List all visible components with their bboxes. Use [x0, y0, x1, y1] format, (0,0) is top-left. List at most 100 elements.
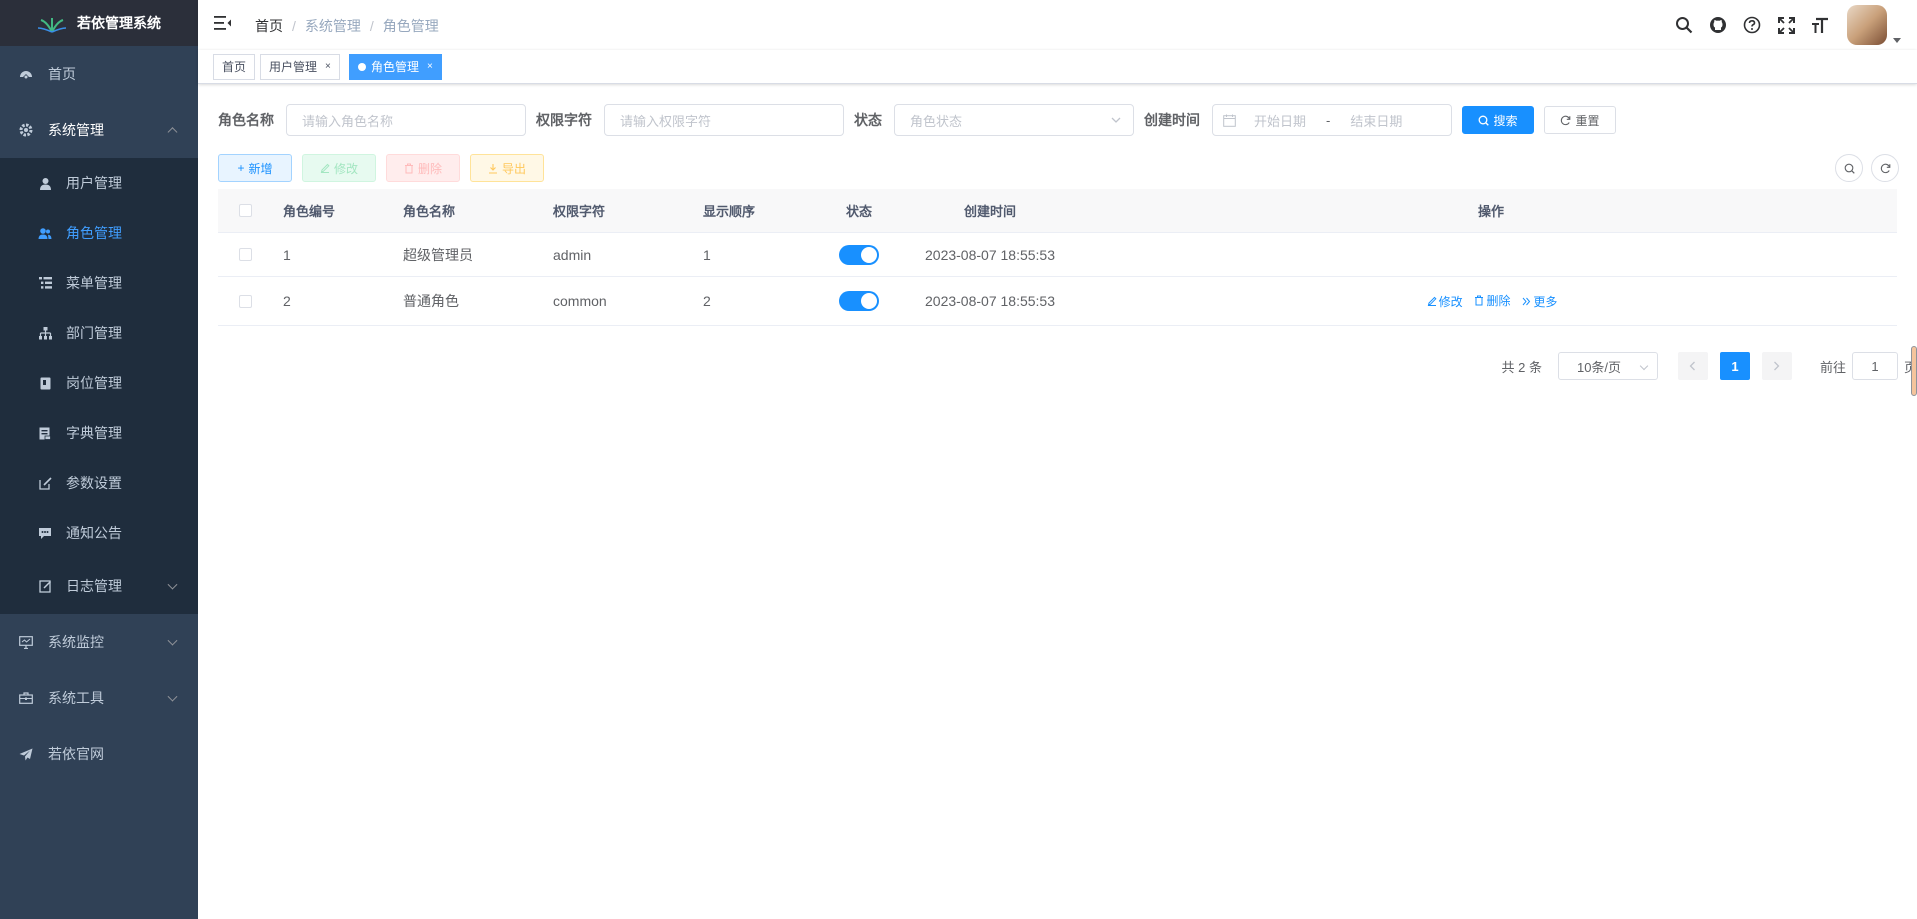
- sidebar-item-dicts[interactable]: 字典管理: [0, 408, 198, 458]
- cell-created: 2023-08-07 18:55:53: [925, 293, 1055, 309]
- prev-page-button[interactable]: [1677, 352, 1708, 380]
- reset-button[interactable]: 重置: [1544, 106, 1616, 134]
- sidebar-item-menus[interactable]: 菜单管理: [0, 258, 198, 308]
- header-created[interactable]: 创建时间: [895, 201, 1085, 220]
- header-status[interactable]: 状态: [823, 201, 895, 220]
- monitor-icon: [18, 634, 34, 650]
- avatar[interactable]: [1847, 5, 1887, 45]
- start-date-input[interactable]: 开始日期: [1254, 111, 1306, 130]
- close-icon[interactable]: ×: [427, 55, 433, 79]
- row-more-link[interactable]: 更多: [1522, 293, 1557, 310]
- cell-created: 2023-08-07 18:55:53: [925, 246, 1055, 263]
- date-range-picker[interactable]: 开始日期 - 结束日期: [1212, 104, 1452, 136]
- goto-page-input[interactable]: 1: [1851, 352, 1898, 380]
- select-all-checkbox[interactable]: [239, 204, 252, 217]
- edit-icon: [1427, 296, 1437, 306]
- tag-home[interactable]: 首页: [213, 54, 256, 80]
- range-separator: -: [1326, 112, 1331, 128]
- sidebar-item-label: 用户管理: [66, 175, 122, 191]
- delete-button[interactable]: 删除: [386, 154, 460, 182]
- font-size-icon[interactable]: [1803, 0, 1837, 50]
- sidebar-item-website[interactable]: 若依官网: [0, 726, 198, 782]
- sidebar-item-roles[interactable]: 角色管理: [0, 208, 198, 258]
- refresh-button[interactable]: [1871, 154, 1899, 182]
- page-size-select[interactable]: 10条/页: [1557, 352, 1658, 380]
- active-dot-icon: [358, 63, 366, 71]
- status-select[interactable]: 角色状态: [894, 104, 1134, 136]
- question-icon[interactable]: [1735, 0, 1769, 50]
- sidebar-item-depts[interactable]: 部门管理: [0, 308, 198, 358]
- avatar-dropdown[interactable]: [1847, 5, 1901, 45]
- sidebar-item-label: 部门管理: [66, 325, 122, 341]
- header-role-key[interactable]: 权限字符: [553, 201, 703, 220]
- row-checkbox[interactable]: [239, 248, 252, 261]
- sidebar-item-params[interactable]: 参数设置: [0, 458, 198, 508]
- dict-icon: [38, 426, 52, 440]
- sidebar-item-users[interactable]: 用户管理: [0, 158, 198, 208]
- sidebar-item-tools[interactable]: 系统工具: [0, 670, 198, 726]
- next-page-button[interactable]: [1761, 352, 1792, 380]
- breadcrumb-item[interactable]: 首页: [255, 16, 283, 36]
- edit-button[interactable]: 修改: [302, 154, 376, 182]
- logo-icon: [37, 18, 67, 33]
- export-button[interactable]: 导出: [470, 154, 544, 182]
- scrollbar-thumb[interactable]: [1911, 346, 1917, 396]
- table-row[interactable]: 2 普通角色 common 2 2023-08-07 18:55:53 修改 删…: [218, 277, 1897, 326]
- tag-users[interactable]: 用户管理 ×: [260, 54, 340, 80]
- breadcrumb-item: 系统管理: [304, 18, 361, 34]
- role-name-input[interactable]: 请输入角色名称: [286, 104, 526, 136]
- post-icon: [38, 376, 52, 390]
- github-icon[interactable]: [1701, 0, 1735, 50]
- toggle-search-button[interactable]: [1835, 154, 1863, 182]
- table-tools: [1835, 154, 1899, 182]
- header-actions: 操作: [1477, 204, 1504, 219]
- row-more-label: 更多: [1533, 295, 1558, 309]
- sidebar-item-notices[interactable]: 通知公告: [0, 508, 198, 558]
- add-button[interactable]: + 新增: [218, 154, 292, 182]
- sidebar-item-label: 菜单管理: [66, 275, 122, 291]
- sidebar-item-system[interactable]: 系统管理: [0, 102, 198, 158]
- header-sort[interactable]: 显示顺序: [703, 201, 823, 220]
- sidebar-item-posts[interactable]: 岗位管理: [0, 358, 198, 408]
- header-role-id[interactable]: 角色编号: [283, 201, 403, 220]
- sidebar-item-home[interactable]: 首页: [0, 46, 198, 102]
- send-icon: [18, 746, 34, 762]
- sidebar-item-label: 若依官网: [48, 746, 104, 762]
- end-date-input[interactable]: 结束日期: [1350, 111, 1402, 130]
- main-content: 角色名称 请输入角色名称 权限字符 请输入权限字符 状态 角色状态 创建时间 开…: [198, 84, 1917, 919]
- cell-role-name: 超级管理员: [403, 246, 473, 263]
- hamburger-icon[interactable]: [214, 15, 232, 31]
- plus-icon: +: [237, 161, 245, 175]
- status-switch[interactable]: [839, 291, 879, 311]
- cell-status: [823, 291, 895, 311]
- role-key-label: 权限字符: [536, 112, 592, 128]
- page-number-current[interactable]: 1: [1719, 352, 1750, 380]
- sidebar-item-label: 系统工具: [48, 690, 104, 706]
- cell-sort: 2: [703, 293, 711, 309]
- toolbox-icon: [18, 690, 34, 706]
- row-edit-link[interactable]: 修改: [1427, 293, 1463, 310]
- search-button[interactable]: 搜索: [1462, 106, 1534, 134]
- sidebar-item-logs[interactable]: 日志管理: [0, 558, 198, 614]
- role-key-input[interactable]: 请输入权限字符: [604, 104, 844, 136]
- navbar: 首页 / 系统管理 / 角色管理: [198, 0, 1917, 50]
- fullscreen-icon[interactable]: [1769, 0, 1803, 50]
- row-delete-link[interactable]: 删除: [1474, 292, 1511, 309]
- close-icon[interactable]: ×: [325, 55, 331, 79]
- table-row[interactable]: 1 超级管理员 admin 1 2023-08-07 18:55:53: [218, 233, 1897, 277]
- chevron-down-icon: [167, 635, 178, 646]
- search-icon: [1844, 163, 1855, 174]
- sidebar-item-label: 日志管理: [66, 578, 122, 594]
- row-checkbox[interactable]: [239, 294, 252, 308]
- sidebar-item-label: 首页: [48, 66, 76, 82]
- status-switch[interactable]: [839, 244, 879, 265]
- status-select-placeholder: 角色状态: [910, 113, 963, 129]
- role-name-label: 角色名称: [218, 112, 274, 128]
- header-role-name[interactable]: 角色名称: [403, 201, 553, 220]
- breadcrumb-separator: /: [292, 18, 296, 34]
- tag-roles[interactable]: 角色管理 ×: [349, 54, 442, 80]
- sidebar-logo[interactable]: 若依管理系统: [0, 0, 198, 46]
- sidebar-item-monitor[interactable]: 系统监控: [0, 614, 198, 670]
- search-icon[interactable]: [1667, 0, 1701, 50]
- edit-icon: [320, 163, 330, 173]
